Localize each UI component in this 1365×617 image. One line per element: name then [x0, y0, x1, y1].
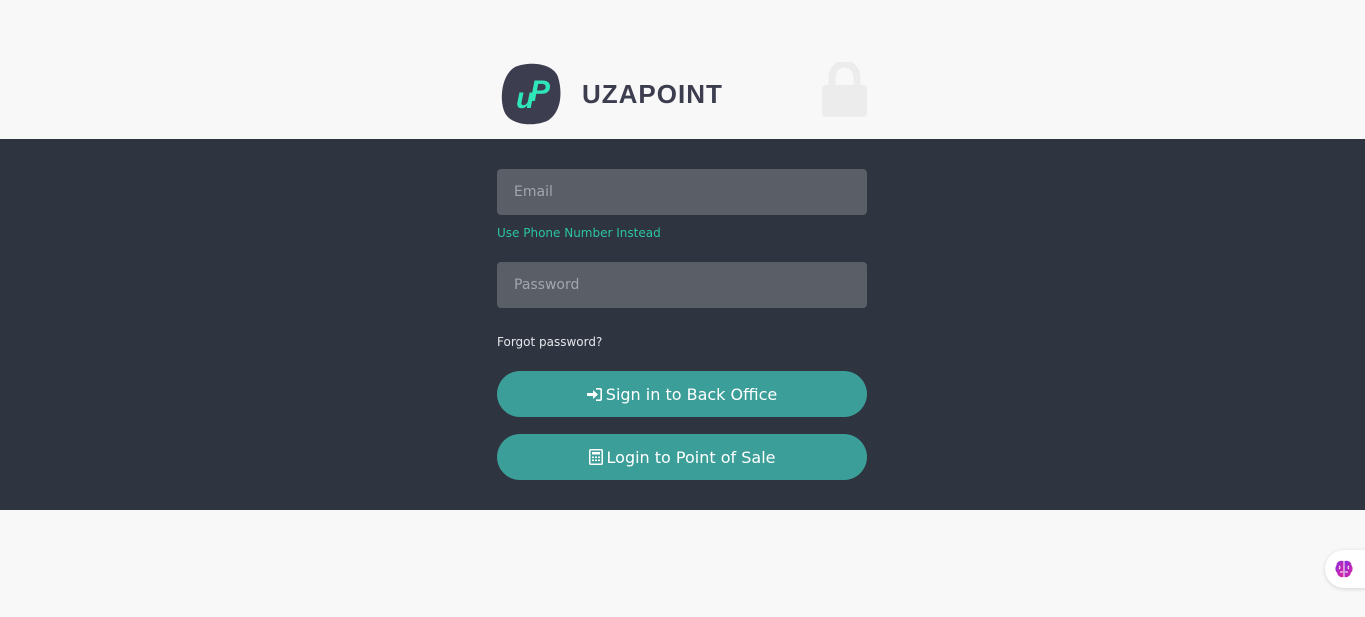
forgot-password-link[interactable]: Forgot password?	[497, 335, 602, 349]
lock-icon	[822, 62, 867, 117]
login-page: u P UZAPOINT Use Phone Number Instead Fo…	[0, 0, 1365, 617]
email-field[interactable]	[497, 169, 867, 215]
password-field[interactable]	[497, 262, 867, 308]
use-phone-link[interactable]: Use Phone Number Instead	[497, 226, 661, 240]
sign-in-back-office-label: Sign in to Back Office	[605, 384, 778, 404]
brain-icon	[1335, 560, 1353, 578]
uzapoint-logo: u P	[501, 63, 561, 125]
login-point-of-sale-button[interactable]: Login to Point of Sale	[497, 434, 867, 480]
brand-name: UZAPOINT	[582, 78, 723, 109]
assistant-widget[interactable]	[1325, 550, 1365, 588]
login-point-of-sale-label: Login to Point of Sale	[606, 447, 776, 467]
header: u P UZAPOINT	[0, 0, 1365, 139]
login-form-panel: Use Phone Number Instead Forgot password…	[0, 139, 1365, 510]
sign-in-icon	[586, 387, 602, 401]
calculator-icon	[588, 449, 603, 465]
svg-text:P: P	[530, 75, 551, 108]
brand: u P UZAPOINT	[501, 63, 723, 125]
sign-in-back-office-button[interactable]: Sign in to Back Office	[497, 371, 867, 417]
